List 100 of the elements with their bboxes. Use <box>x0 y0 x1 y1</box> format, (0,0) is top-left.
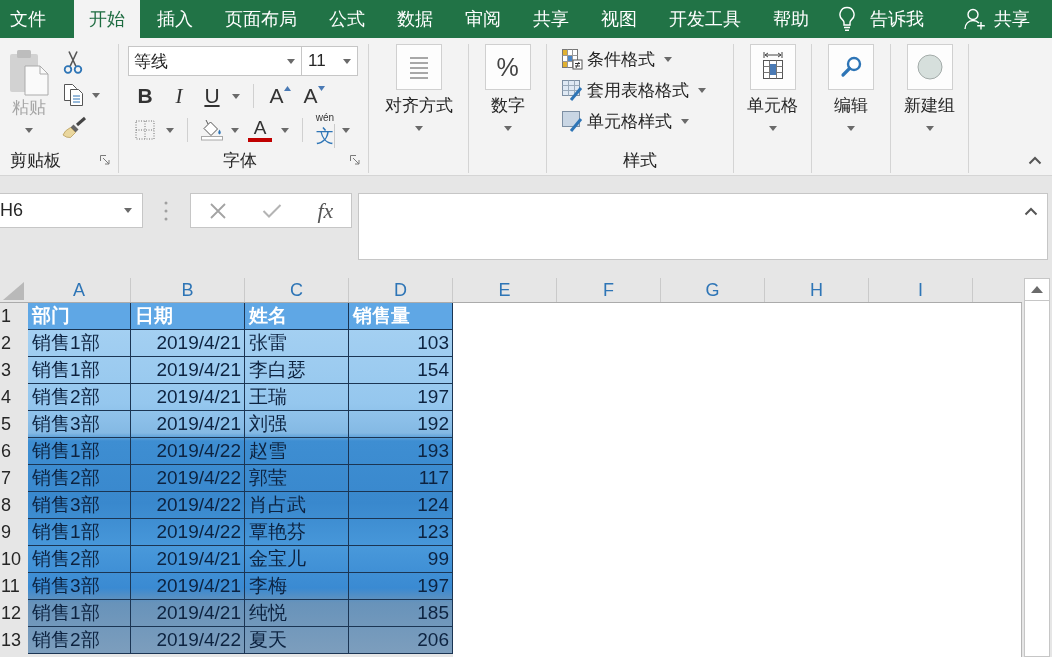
row-header[interactable]: 7 <box>0 465 28 492</box>
ribbon-tab[interactable]: 插入 <box>142 0 208 38</box>
header-cell: 日期 <box>131 303 245 330</box>
alignment-button[interactable]: 对齐方式 <box>369 44 468 131</box>
column-header[interactable]: F <box>557 278 661 302</box>
row-header[interactable]: 8 <box>0 492 28 519</box>
ribbon-tab[interactable]: 视图 <box>586 0 652 38</box>
table-cell: 2019/4/21 <box>131 546 245 573</box>
table-cell: 销售3部 <box>28 573 131 600</box>
table-cell: 覃艳芬 <box>245 519 349 546</box>
grid-highlight-icon <box>561 48 583 70</box>
column-header[interactable]: H <box>765 278 869 302</box>
caret-icon[interactable] <box>232 93 240 99</box>
row-header[interactable]: 2 <box>0 330 28 357</box>
table-cell: 李梅 <box>245 573 349 600</box>
ribbon-tab[interactable]: 文件 <box>0 0 72 38</box>
column-header[interactable]: E <box>453 278 557 302</box>
copy-icon[interactable] <box>62 83 86 107</box>
name-box[interactable]: H6 <box>0 193 143 228</box>
ribbon-tab[interactable]: 审阅 <box>450 0 516 38</box>
conditional-format-button[interactable]: 条件格式 <box>561 47 733 71</box>
shrink-font-button[interactable]: A <box>297 82 331 110</box>
column-header[interactable]: C <box>245 278 349 302</box>
new-group-button[interactable]: 新建组 <box>891 44 968 131</box>
caret-icon[interactable] <box>343 58 351 64</box>
caret-icon[interactable] <box>124 208 132 213</box>
cells-button[interactable]: 单元格 <box>734 44 811 131</box>
row-header[interactable]: 6 <box>0 438 28 465</box>
table-cell: 李白瑟 <box>245 357 349 384</box>
bold-button[interactable]: B <box>128 82 162 110</box>
table-format-button[interactable]: 套用表格格式 <box>561 78 733 102</box>
table-cell: 纯悦 <box>245 600 349 627</box>
scissors-icon[interactable] <box>62 50 84 74</box>
underline-button[interactable]: U <box>196 82 228 110</box>
caret-icon <box>25 128 33 133</box>
row-header[interactable]: 5 <box>0 411 28 438</box>
caret-icon[interactable] <box>342 127 350 133</box>
phonetic-guide-button[interactable]: wén 文 <box>312 110 338 150</box>
tell-me-button[interactable]: 告诉我 <box>838 0 924 38</box>
caret-icon <box>414 126 423 131</box>
paint-bucket-icon[interactable] <box>200 119 224 141</box>
ribbon-tab[interactable]: 共享 <box>518 0 584 38</box>
font-name-field[interactable]: 等线 <box>128 46 302 76</box>
row-header[interactable]: 1 <box>0 303 28 330</box>
column-header[interactable]: G <box>661 278 765 302</box>
dialog-launcher-icon[interactable] <box>350 155 360 165</box>
column-header[interactable]: D <box>349 278 453 302</box>
cell-styles-button[interactable]: 单元格样式 <box>561 109 733 133</box>
paintbrush-icon[interactable] <box>62 116 88 138</box>
search-icon <box>828 44 874 90</box>
grow-font-button[interactable]: A <box>263 82 297 110</box>
row-header[interactable]: 3 <box>0 357 28 384</box>
caret-icon <box>681 118 689 124</box>
row-header[interactable]: 9 <box>0 519 28 546</box>
caret-icon <box>664 56 672 62</box>
row-header[interactable]: 13 <box>0 627 28 654</box>
ribbon-tab[interactable]: 开发工具 <box>654 0 756 38</box>
italic-button[interactable]: I <box>162 82 196 110</box>
caret-icon[interactable] <box>281 127 289 133</box>
row-header[interactable]: 10 <box>0 546 28 573</box>
check-icon[interactable] <box>262 202 283 219</box>
ribbon-tab[interactable]: 数据 <box>382 0 448 38</box>
formula-input[interactable] <box>358 193 1048 260</box>
font-color-button[interactable]: A <box>243 116 277 144</box>
dialog-launcher-icon[interactable] <box>100 155 110 165</box>
ribbon-tab[interactable]: 帮助 <box>758 0 824 38</box>
table-cell: 2019/4/21 <box>131 573 245 600</box>
table-cell: 销售1部 <box>28 600 131 627</box>
scroll-up-button[interactable] <box>1024 278 1050 301</box>
ribbon-tab[interactable]: 开始 <box>74 0 140 38</box>
header-cell: 销售量 <box>349 303 453 330</box>
clipboard-icon <box>8 48 50 96</box>
table-cell: 郭莹 <box>245 465 349 492</box>
swatch-bar-icon <box>248 138 272 142</box>
table-cell: 2019/4/21 <box>131 330 245 357</box>
table-cell: 销售1部 <box>28 357 131 384</box>
ribbon-tab[interactable]: 公式 <box>314 0 380 38</box>
caret-icon[interactable] <box>231 127 239 133</box>
column-header[interactable]: B <box>131 278 245 302</box>
column-header[interactable]: A <box>28 278 131 302</box>
font-size-field[interactable]: 11 <box>302 46 358 76</box>
insert-function-button[interactable]: fx <box>317 197 334 224</box>
ribbon-tab[interactable]: 页面布局 <box>210 0 312 38</box>
caret-icon <box>768 126 777 131</box>
caret-icon[interactable] <box>92 92 100 98</box>
column-header[interactable]: I <box>869 278 973 302</box>
table-cell: 赵雪 <box>245 438 349 465</box>
cancel-icon[interactable] <box>208 201 227 220</box>
row-header[interactable]: 4 <box>0 384 28 411</box>
editing-button[interactable]: 编辑 <box>812 44 890 131</box>
table-cell: 销售3部 <box>28 411 131 438</box>
number-format-button[interactable]: % 数字 <box>469 44 546 131</box>
chevron-up-icon[interactable] <box>1028 156 1042 165</box>
chevron-up-icon[interactable] <box>1024 207 1038 216</box>
caret-icon[interactable] <box>166 127 174 133</box>
share-button[interactable]: 共享 <box>964 0 1030 38</box>
row-header[interactable]: 12 <box>0 600 28 627</box>
row-header[interactable]: 11 <box>0 573 28 600</box>
caret-icon[interactable] <box>287 58 295 64</box>
table-cell: 2019/4/22 <box>131 438 245 465</box>
